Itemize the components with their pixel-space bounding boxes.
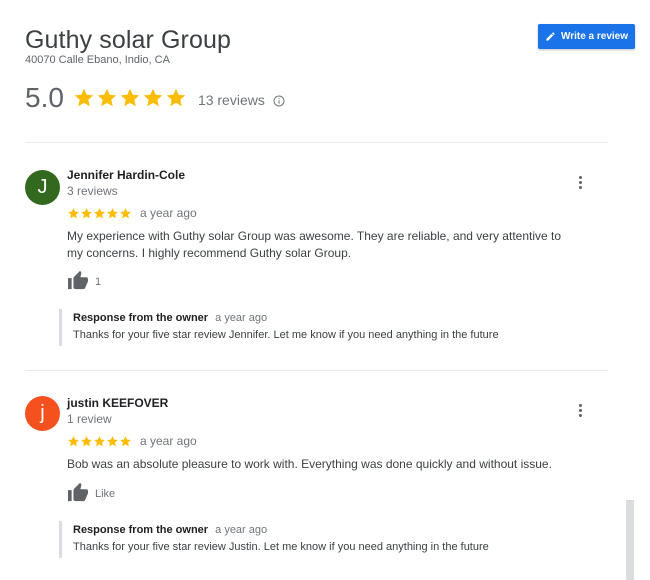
review-text: My experience with Guthy solar Group was…	[67, 229, 562, 260]
owner-response: Response from the owner a year ago Thank…	[59, 309, 499, 346]
star-icon	[81, 435, 92, 446]
rating-stars	[73, 87, 187, 109]
rating-value: 5.0	[25, 82, 64, 113]
write-review-label: Write a review	[560, 31, 629, 42]
reviewer-name[interactable]: Jennifer Hardin-Cole	[67, 168, 185, 182]
review-text: Bob was an absolute pleasure to work wit…	[67, 457, 552, 471]
reviewer-review-count: 1 review	[67, 412, 112, 426]
more-options-icon[interactable]	[573, 172, 587, 192]
star-icon	[94, 207, 105, 218]
star-icon	[74, 88, 94, 107]
review-date: a year ago	[140, 434, 197, 448]
write-review-button[interactable]: Write a review	[538, 24, 635, 49]
star-icon	[120, 88, 140, 107]
star-icon	[143, 88, 163, 107]
star-icon	[120, 207, 131, 218]
star-icon	[68, 435, 79, 446]
divider	[25, 370, 608, 371]
reviewer-name[interactable]: justin KEEFOVER	[67, 396, 168, 410]
thumbs-up-icon	[68, 270, 88, 290]
like-button[interactable]: Like	[67, 482, 115, 502]
scrollbar-thumb[interactable]	[626, 500, 634, 580]
avatar[interactable]: J	[25, 170, 60, 205]
owner-response: Response from the owner a year ago Thank…	[59, 521, 489, 558]
star-icon	[107, 207, 118, 218]
review-count[interactable]: 13 reviews	[198, 92, 265, 108]
star-icon	[120, 435, 131, 446]
star-icon	[97, 88, 117, 107]
response-title: Response from the owner	[73, 524, 209, 536]
thumbs-up-icon	[68, 482, 88, 502]
like-button[interactable]: 1	[67, 270, 101, 290]
pencil-icon	[546, 32, 555, 41]
avatar[interactable]: j	[25, 396, 60, 431]
star-icon	[94, 435, 105, 446]
reviewer-review-count: 3 reviews	[67, 184, 118, 198]
like-count: 1	[95, 275, 102, 288]
review-date: a year ago	[140, 206, 197, 220]
divider	[25, 142, 608, 143]
response-text: Thanks for your five star review Justin.…	[73, 541, 489, 553]
business-address: 40070 Calle Ebano, Indio, CA	[25, 54, 170, 66]
business-name: Guthy solar Group	[25, 26, 231, 54]
response-date: a year ago	[215, 312, 268, 324]
response-title: Response from the owner	[73, 312, 209, 324]
star-icon	[107, 435, 118, 446]
review-stars	[67, 435, 132, 448]
response-text: Thanks for your five star review Jennife…	[73, 329, 499, 341]
more-options-icon[interactable]	[573, 400, 587, 420]
rating-summary: 5.0 13 reviews	[25, 82, 285, 114]
review-stars	[67, 207, 132, 220]
star-icon	[166, 88, 186, 107]
star-icon	[68, 207, 79, 218]
like-label: Like	[95, 487, 116, 500]
info-icon[interactable]	[273, 95, 285, 107]
star-icon	[81, 207, 92, 218]
response-date: a year ago	[215, 524, 268, 536]
